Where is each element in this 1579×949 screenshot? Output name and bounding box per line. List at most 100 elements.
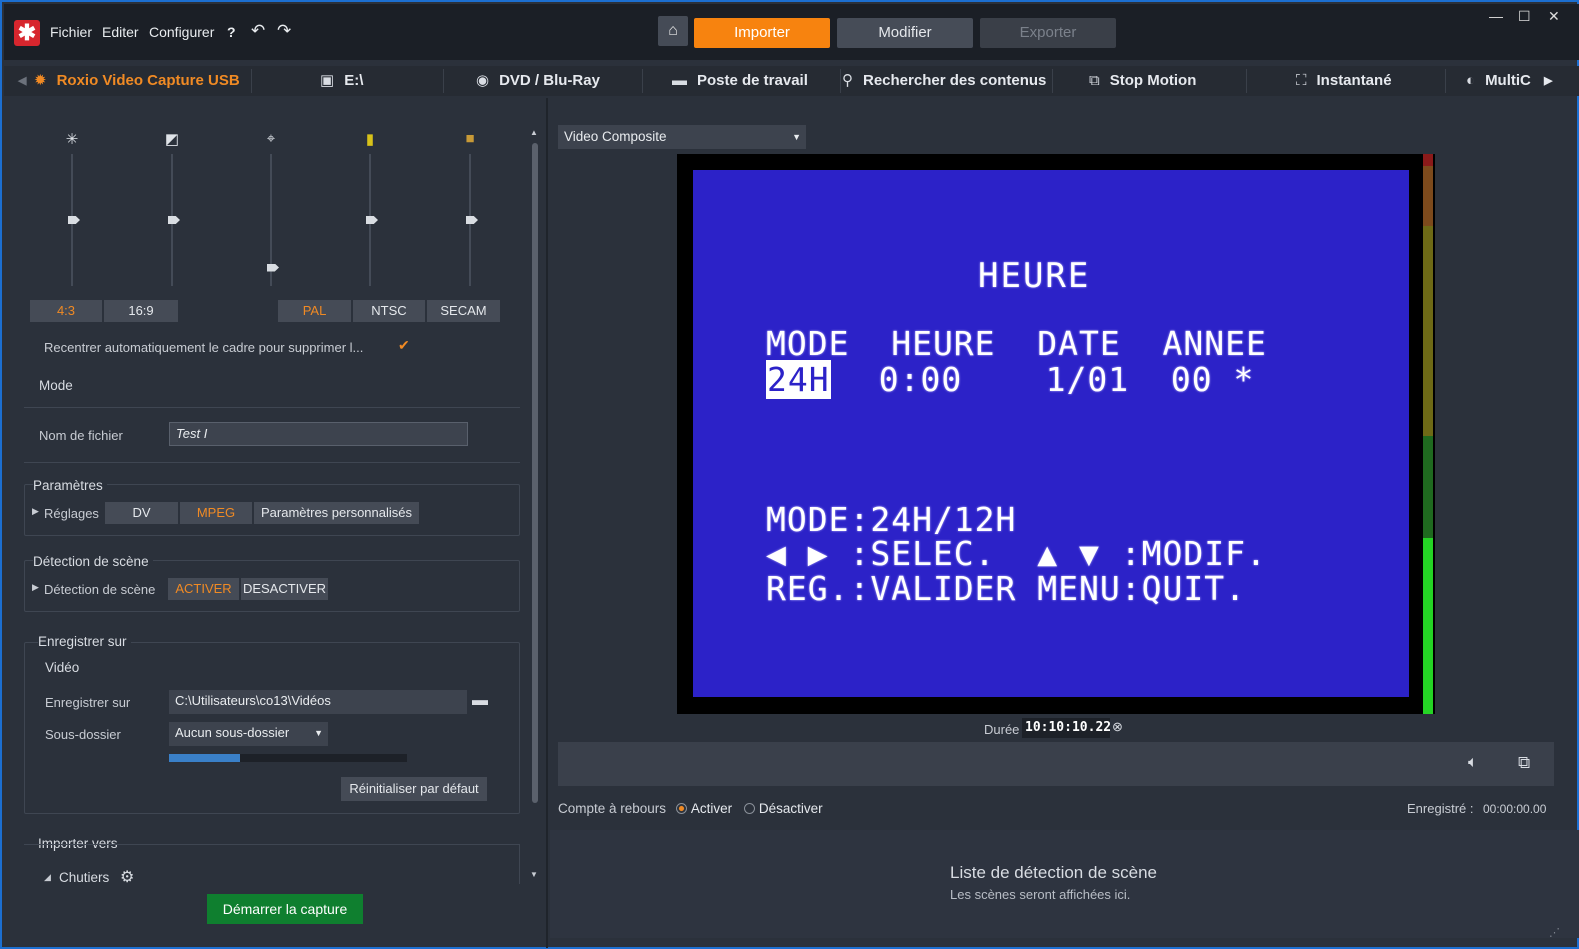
scene-detection-heading: Détection de scène <box>33 554 153 569</box>
expand-arrow-icon[interactable]: ▶ <box>32 506 39 517</box>
source-select-value: Video Composite <box>564 129 667 144</box>
menu-bar: ✱ Fichier Editer Configurer ? ↶ ↷ ⌂ Impo… <box>4 4 1579 60</box>
mode-heading: Mode <box>39 378 73 393</box>
tab-dvd-bluray[interactable]: ◉ DVD / Blu-Ray <box>476 66 600 96</box>
video-frame: HEURE MODE HEURE DATE ANNEE 24H 0:00 1/0… <box>693 170 1409 697</box>
help-icon[interactable]: ? <box>227 24 236 40</box>
tab-label: E:\ <box>344 72 364 89</box>
minimize-icon[interactable]: — <box>1489 8 1503 24</box>
resize-grip-icon[interactable]: ⋰ <box>1549 926 1560 939</box>
save-path-label: Enregistrer sur <box>45 695 131 710</box>
tab-stop-motion[interactable]: ⧉ Stop Motion <box>1089 66 1196 96</box>
tab-label: Poste de travail <box>697 72 808 89</box>
transport-bar: 🔈︎ ⧉ <box>558 742 1554 786</box>
source-tab-bar: ◀ ✹ Roxio Video Capture USB ▣ E:\ ◉ DVD / B… <box>4 66 1579 96</box>
tab-drive-e[interactable]: ▣ E:\ <box>320 66 363 96</box>
scroll-up-icon[interactable]: ▲ <box>530 128 540 138</box>
aspect-16-9-button[interactable]: 16:9 <box>104 300 178 322</box>
scene-list-panel: Liste de détection de scène Les scènes s… <box>550 830 1579 938</box>
divider <box>24 844 34 845</box>
close-icon[interactable]: ✕ <box>1548 8 1560 25</box>
menu-configurer[interactable]: Configurer <box>149 24 214 40</box>
mpeg-button[interactable]: MPEG <box>180 502 252 524</box>
radio-icon <box>743 803 755 814</box>
saturation-slider-thumb[interactable] <box>466 216 478 224</box>
start-capture-button[interactable]: Démarrer la capture <box>207 894 363 924</box>
volume-icon[interactable]: 🔈︎ <box>1468 754 1478 772</box>
panel-divider <box>546 98 548 948</box>
scene-detection-on-button[interactable]: ACTIVER <box>168 578 239 600</box>
collapse-arrow-icon[interactable]: ◢ <box>44 872 51 883</box>
fullscreen-icon[interactable]: ⧉ <box>1518 753 1530 773</box>
expand-arrow-icon[interactable]: ▶ <box>32 582 39 593</box>
dv-button[interactable]: DV <box>105 502 178 524</box>
secam-button[interactable]: SECAM <box>427 300 500 322</box>
recenter-checkbox[interactable]: ✔ <box>398 338 411 352</box>
tab-label: Instantané <box>1316 72 1392 89</box>
source-select[interactable]: Video Composite ▼ <box>558 125 806 149</box>
tab-roxio-device[interactable]: ✹ Roxio Video Capture USB <box>34 66 240 96</box>
menu-editer[interactable]: Editer <box>102 24 139 40</box>
pal-button[interactable]: PAL <box>278 300 351 322</box>
export-button[interactable]: Exporter <box>980 18 1116 48</box>
scene-detection-off-button[interactable]: DESACTIVER <box>241 578 328 600</box>
tab-multicam[interactable]: ◐ MultiC <box>1466 66 1538 96</box>
tab-divider <box>251 69 252 93</box>
brightness-slider-thumb[interactable] <box>68 216 80 224</box>
aspect-4-3-button[interactable]: 4:3 <box>30 300 102 322</box>
import-button[interactable]: Importer <box>694 18 830 48</box>
osd-line: ◀ ▶ :SELEC. ▲ ▼ :MODIF. <box>766 534 1267 573</box>
recenter-label: Recentrer automatiquement le cadre pour … <box>44 340 364 355</box>
duration-input[interactable]: 10:10:10.22 <box>1022 718 1111 738</box>
sharpness-slider-thumb[interactable] <box>267 263 279 272</box>
osd-line: MODE HEURE DATE ANNEE <box>766 324 1267 363</box>
tab-workstation[interactable]: ▬ Poste de travail <box>672 66 808 96</box>
saturation-icon: ■ <box>465 130 475 147</box>
tab-label: Rechercher des contenus <box>863 72 1047 89</box>
countdown-off-radio[interactable]: Désactiver <box>743 801 823 816</box>
countdown-on-radio[interactable]: Activer <box>675 801 732 816</box>
osd-highlight: 24H <box>766 360 831 399</box>
meter-segment-darkgreen <box>1423 436 1433 538</box>
redo-icon[interactable]: ↷ <box>277 21 291 41</box>
divider <box>24 407 520 408</box>
video-subheading: Vidéo <box>45 660 80 675</box>
countdown-label: Compte à rebours <box>558 801 667 816</box>
tab-scroll-right-icon[interactable]: ▶ <box>1544 66 1552 96</box>
brightness-icon: ✳ <box>65 131 79 148</box>
tab-snapshot[interactable]: ⛶ Instantané <box>1296 66 1392 96</box>
browse-folder-icon[interactable]: ▬ <box>472 692 488 710</box>
tab-divider <box>1246 69 1247 93</box>
ntsc-button[interactable]: NTSC <box>353 300 425 322</box>
folder-icon: ▬ <box>672 72 687 89</box>
custom-settings-button[interactable]: Paramètres personnalisés <box>254 502 419 524</box>
meter-segment-orange <box>1423 166 1433 226</box>
subfolder-select[interactable]: Aucun sous-dossier ▼ <box>169 722 328 746</box>
contrast-slider-thumb[interactable] <box>168 216 180 224</box>
reset-defaults-button[interactable]: Réinitialiser par défaut <box>341 777 487 801</box>
tab-search-content[interactable]: ⚲ Rechercher des contenus <box>842 66 1046 96</box>
filename-input[interactable]: Test I <box>169 422 468 446</box>
hue-slider-thumb[interactable] <box>366 216 378 224</box>
home-button[interactable]: ⌂ <box>658 16 688 46</box>
save-path-input[interactable]: C:\Utilisateurs\co13\Vidéos <box>169 690 467 714</box>
scroll-down-icon[interactable]: ▼ <box>530 870 540 880</box>
undo-icon[interactable]: ↶ <box>251 21 265 41</box>
left-scrollbar-thumb[interactable] <box>532 143 538 803</box>
maximize-icon[interactable]: ☐ <box>1518 8 1531 25</box>
scene-list-title: Liste de détection de scène <box>950 863 1157 882</box>
search-icon: ⚲ <box>842 72 853 89</box>
radio-icon <box>675 803 687 814</box>
clear-duration-icon[interactable]: ⊗ <box>1112 719 1123 735</box>
tab-label: Stop Motion <box>1109 72 1197 89</box>
radio-label: Désactiver <box>758 801 823 816</box>
tab-scroll-left-icon[interactable]: ◀ <box>18 66 26 96</box>
menu-fichier[interactable]: Fichier <box>50 24 92 40</box>
sharpness-icon: ⌖ <box>266 130 276 147</box>
edit-button[interactable]: Modifier <box>837 18 973 48</box>
disk-usage-fill <box>169 754 241 762</box>
settings-label: Réglages <box>44 506 99 521</box>
countdown-row: Compte à rebours Activer Désactiver <box>558 801 823 816</box>
bins-settings-icon[interactable]: ⚙ <box>120 867 134 887</box>
meter-segment-green <box>1423 538 1433 714</box>
